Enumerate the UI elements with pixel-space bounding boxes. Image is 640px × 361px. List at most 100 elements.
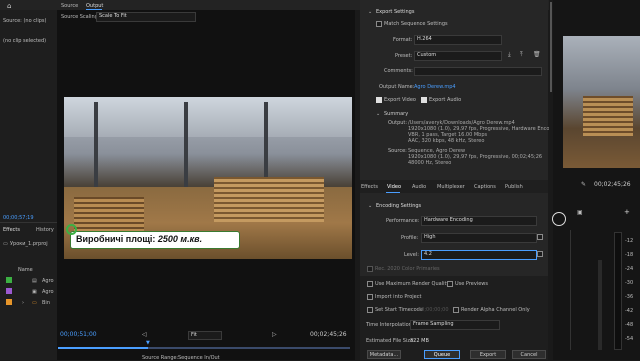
meter-label: -54 [625,336,634,342]
project-item[interactable]: Agro [42,278,54,284]
lumber-pile [583,96,633,136]
queue-button[interactable]: Queue [424,350,460,359]
clip-icon: ▣ [32,289,37,295]
mark-out-icon[interactable]: ▷ [272,331,277,338]
comments-label: Comments: [384,68,413,74]
home-icon[interactable]: ⌂ [7,2,11,10]
preview-timecode-right: 00;02;45;26 [310,331,347,338]
meter-label: -24 [625,266,634,272]
export-audio-checkbox[interactable] [421,97,427,103]
profile-checkbox[interactable] [537,234,543,240]
summary-output-label: Output: [388,120,408,126]
label-color-purple [6,288,12,294]
export-bottom-options [360,276,548,360]
source-label: Source: (no clips) [3,18,47,24]
tab-captions[interactable]: Captions [474,184,496,190]
factory-ceiling [64,97,352,137]
render-alpha-label: Render Alpha Channel Only [461,307,530,313]
scaling-label: Source Scaling: [61,14,100,20]
label-color-green [6,277,12,283]
meter-label: -36 [625,294,634,300]
left-panel [0,10,57,360]
delete-preset-icon[interactable]: 🗑 [533,51,541,58]
project-item[interactable]: Agro [42,289,54,295]
scrollbar-thumb[interactable] [550,2,552,92]
level-dropdown[interactable]: 4.2 [421,250,537,260]
start-timecode-value[interactable]: 00;00;00;00 [418,307,449,313]
match-sequence-checkbox[interactable] [376,21,382,27]
export-settings-title: Export Settings [376,9,415,15]
cursor-ring-icon [552,212,566,226]
audio-meter [614,232,622,350]
tab-multiplexer[interactable]: Multiplexer [437,184,465,190]
comments-input[interactable] [414,67,542,76]
rec2020-label: Rec. 2020 Color Primaries [375,266,440,272]
overlay-title: Виробничі площі: 2500 м.кв. [76,234,203,244]
tab-publish[interactable]: Publish [505,184,523,190]
summary-source-line: 48000 Hz, Stereo [408,160,452,166]
use-previews-label: Use Previews [455,281,488,287]
profile-dropdown[interactable]: High [421,233,537,243]
lumber-pile [214,177,324,222]
steel-column [264,102,268,182]
tab-history[interactable]: History [36,227,54,233]
tab-underline [386,192,400,193]
fit-dropdown[interactable]: Fit [188,331,222,340]
profile-label: Profile: [401,235,419,241]
set-start-timecode-checkbox[interactable] [367,307,373,313]
preset-dropdown[interactable]: Custom [414,51,502,61]
left-timecode: 00;00;57;19 [3,215,34,221]
scaling-dropdown[interactable]: Scale To Fit [96,12,196,22]
format-label: Format: [393,37,413,43]
source-range-label: Source Range: [142,355,179,361]
export-frame-icon[interactable]: ▣ [577,209,583,216]
level-checkbox[interactable] [537,251,543,257]
tab-effects-left[interactable]: Effects [3,227,20,233]
sequence-icon: ▤ [32,278,37,284]
save-preset-icon[interactable]: ⤓ [508,51,511,58]
tab-audio[interactable]: Audio [412,184,426,190]
output-name-label: Output Name: [379,84,415,90]
program-monitor-frame [563,36,640,168]
metadata-button[interactable]: Metadata... [367,350,401,359]
tab-source[interactable]: Source [61,3,78,9]
green-ring-icon [66,224,77,235]
program-timecode: 00;02;45;26 [594,181,631,188]
output-name-link[interactable]: Agro Derew.mp4 [414,84,456,90]
source-range-value[interactable]: Sequence In/Out [178,355,220,361]
export-video-checkbox[interactable] [376,97,382,103]
meter-label: -12 [625,238,634,244]
set-start-timecode-label: Set Start Timecode [375,307,423,313]
encoding-collapse-icon[interactable]: ⌄ [368,203,372,209]
tab-video[interactable]: Video [387,184,401,190]
use-previews-checkbox[interactable] [447,281,453,287]
track-scroll[interactable] [598,260,602,350]
export-button[interactable]: Export [470,350,506,359]
tab-effects[interactable]: Effects [361,184,378,190]
project-folder-icon: ▭ [3,241,8,247]
import-preset-icon[interactable]: ⤒ [520,51,523,58]
mark-in-icon[interactable]: ◁ [142,331,147,338]
expand-arrow-icon[interactable]: › [22,300,24,306]
performance-dropdown[interactable]: Hardware Encoding [421,216,537,226]
section-collapse-icon[interactable]: ⌄ [368,9,372,15]
time-interpolation-dropdown[interactable]: Frame Sampling [410,320,500,330]
settings-wrench-icon[interactable]: ✎ [581,181,586,188]
tab-underline [86,9,102,10]
export-audio-label: Export Audio [429,97,462,103]
max-render-checkbox[interactable] [367,281,373,287]
export-video-label: Export Video [384,97,416,103]
cancel-button[interactable]: Cancel [512,350,546,359]
max-render-label: Use Maximum Render Quality [375,281,450,287]
add-icon[interactable]: + [624,208,630,216]
project-item[interactable]: Bin [42,300,50,306]
performance-label: Performance: [386,218,420,224]
rec2020-checkbox[interactable] [367,266,373,272]
summary-collapse-icon[interactable]: ⌄ [376,111,380,117]
name-header[interactable]: Name [18,267,33,273]
format-dropdown[interactable]: H.264 [414,35,502,45]
playhead-icon[interactable]: ▼ [146,340,150,346]
file-size-label: Estimated File Size: [366,338,415,344]
import-project-checkbox[interactable] [367,294,373,300]
render-alpha-checkbox[interactable] [453,307,459,313]
